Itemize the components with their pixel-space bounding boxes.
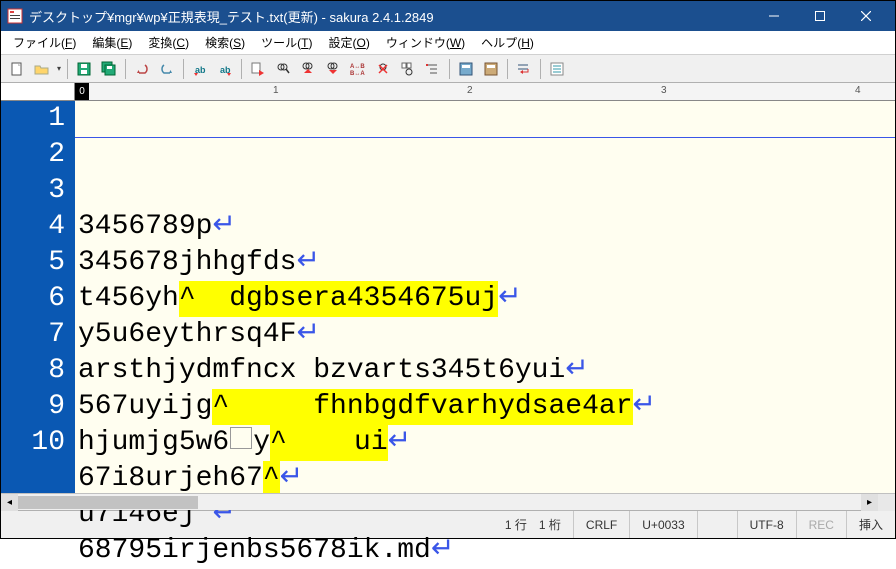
grep-icon[interactable] <box>396 57 420 81</box>
undo-icon[interactable] <box>130 57 154 81</box>
eol-mark: ↵ <box>633 389 656 425</box>
text-line[interactable]: 345678jhhgfds↵ <box>78 245 895 281</box>
save-icon[interactable] <box>72 57 96 81</box>
svg-text:B↔A: B↔A <box>350 71 365 76</box>
eol-mark: ↵ <box>565 353 588 389</box>
find-icon[interactable] <box>271 57 295 81</box>
ruler: 0 1 2 3 4 <box>1 83 895 101</box>
text-line[interactable]: y5u6eythrsq4F↵ <box>78 317 895 353</box>
find-next-icon[interactable] <box>321 57 345 81</box>
text-line[interactable]: t456yh^ dgbsera4354675uj↵ <box>78 281 895 317</box>
menu-window[interactable]: ウィンドウ(W) <box>378 31 473 54</box>
search-highlight: ^ fhnbgdfvarhydsae4ar <box>212 389 632 425</box>
eol-mark: ↵ <box>296 317 319 353</box>
text-line[interactable]: 3456789p↵ <box>78 209 895 245</box>
eol-mark: ↵ <box>431 533 454 569</box>
text-content[interactable]: 3456789p↵345678jhhgfds↵t456yh^ dgbsera43… <box>75 101 895 493</box>
common-settings-icon[interactable] <box>479 57 503 81</box>
maximize-button[interactable] <box>797 1 843 31</box>
window-title: デスクトップ¥mgr¥wp¥正規表現_テスト.txt(更新) - sakura … <box>29 7 751 26</box>
text-line[interactable]: 567uyijg^ fhnbgdfvarhydsae4ar↵ <box>78 389 895 425</box>
scroll-right-button[interactable]: ▸ <box>861 494 878 511</box>
menu-convert[interactable]: 変換(C) <box>140 31 197 54</box>
command-list-icon[interactable] <box>545 57 569 81</box>
line-number-gutter: 12345678910 <box>1 101 75 493</box>
open-dropdown[interactable]: ▾ <box>55 64 63 73</box>
eol-mark: ↵ <box>388 425 411 461</box>
search-highlight: ^ dgbsera4354675uj <box>179 281 498 317</box>
jump-icon[interactable] <box>246 57 270 81</box>
menubar: ファイル(F) 編集(E) 変換(C) 検索(S) ツール(T) 設定(O) ウ… <box>1 31 895 55</box>
titlebar: デスクトップ¥mgr¥wp¥正規表現_テスト.txt(更新) - sakura … <box>1 1 895 31</box>
text-line[interactable]: arsthjydmfncx bzvarts345t6yui↵ <box>78 353 895 389</box>
find-clear-icon[interactable] <box>371 57 395 81</box>
word-right-icon[interactable]: ab <box>213 57 237 81</box>
menu-edit[interactable]: 編集(E) <box>84 31 140 54</box>
wrap-icon[interactable] <box>512 57 536 81</box>
menu-help[interactable]: ヘルプ(H) <box>473 31 542 54</box>
find-prev-icon[interactable] <box>296 57 320 81</box>
svg-text:A↔B: A↔B <box>350 64 365 70</box>
text-line[interactable]: hjumjg5w6y^ ui↵ <box>78 425 895 461</box>
search-highlight: ^ <box>263 461 280 497</box>
menu-search[interactable]: 検索(S) <box>197 31 253 54</box>
redo-icon[interactable] <box>155 57 179 81</box>
outline-icon[interactable] <box>421 57 445 81</box>
eol-mark: ↵ <box>498 281 521 317</box>
editor-area[interactable]: 12345678910 3456789p↵345678jhhgfds↵t456y… <box>1 101 895 493</box>
type-settings-icon[interactable] <box>454 57 478 81</box>
menu-setting[interactable]: 設定(O) <box>320 31 377 54</box>
toolbar: ▾ ab ab A↔BB↔A <box>1 55 895 83</box>
scroll-left-button[interactable]: ◂ <box>1 494 18 511</box>
ruler-caret-col: 0 <box>75 83 89 100</box>
eol-mark: ↵ <box>296 245 319 281</box>
open-file-icon[interactable] <box>30 57 54 81</box>
app-icon <box>7 8 23 24</box>
horizontal-scrollbar[interactable]: ◂ ▸ <box>1 493 895 510</box>
eol-mark: ↵ <box>212 209 235 245</box>
fullwidth-space-mark <box>230 427 252 449</box>
menu-tool[interactable]: ツール(T) <box>253 31 320 54</box>
menu-file[interactable]: ファイル(F) <box>5 31 84 54</box>
new-file-icon[interactable] <box>5 57 29 81</box>
minimize-button[interactable] <box>751 1 797 31</box>
scroll-thumb[interactable] <box>18 496 198 509</box>
replace-icon[interactable]: A↔BB↔A <box>346 57 370 81</box>
search-highlight: ^ ui <box>270 425 388 461</box>
text-line[interactable]: 68795irjenbs5678ik.md↵ <box>78 533 895 569</box>
word-left-icon[interactable]: ab <box>188 57 212 81</box>
save-all-icon[interactable] <box>97 57 121 81</box>
close-button[interactable] <box>843 1 889 31</box>
text-line[interactable]: 67i8urjeh67^↵ <box>78 461 895 497</box>
eol-mark: ↵ <box>280 461 303 497</box>
